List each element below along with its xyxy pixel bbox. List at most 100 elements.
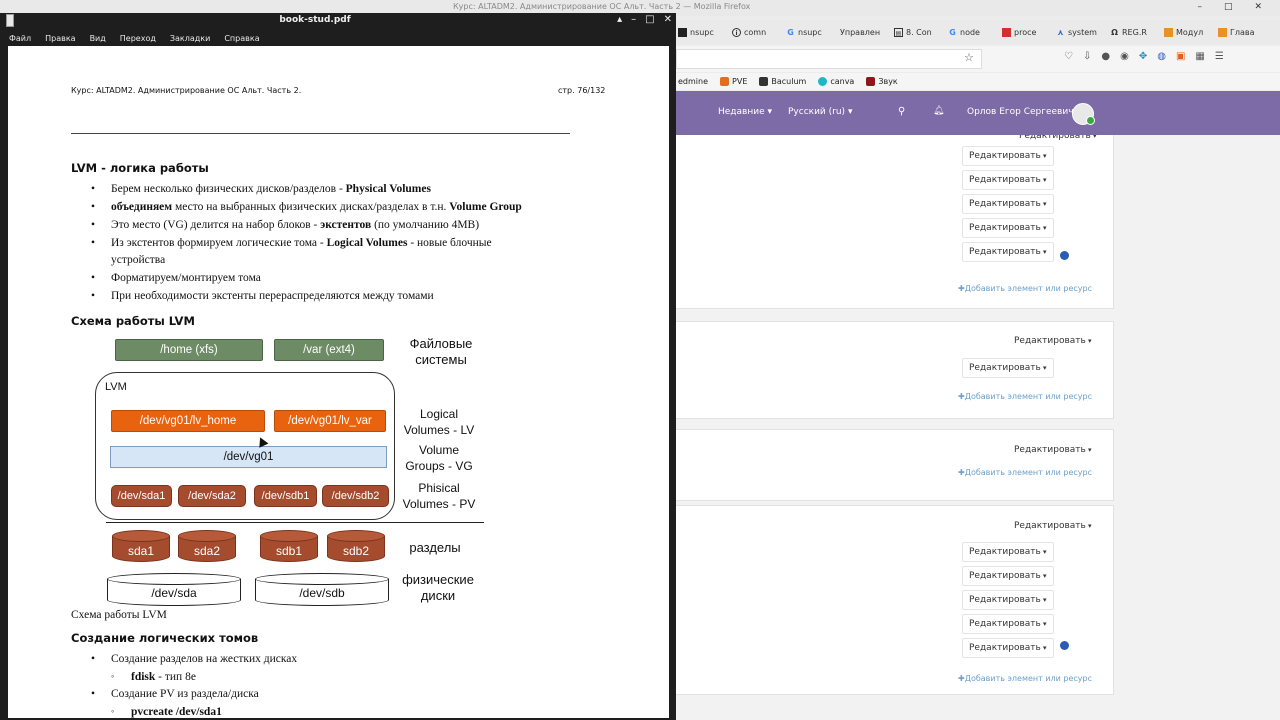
extension-icon[interactable]: ●: [1101, 51, 1110, 62]
edit-dropdown[interactable]: Редактировать: [962, 194, 1054, 214]
edit-dropdown[interactable]: Редактировать: [962, 614, 1054, 634]
pv-label: Phisical Volumes - PV: [396, 480, 482, 512]
close-icon[interactable]: ✕: [1254, 2, 1262, 12]
close-icon[interactable]: ✕: [664, 14, 672, 25]
edit-dropdown-label: Редактировать: [969, 571, 1041, 581]
maximize-icon[interactable]: □: [645, 14, 654, 25]
vg-label: Volume Groups - VG: [400, 442, 478, 474]
edit-dropdown[interactable]: Редактировать: [962, 146, 1054, 166]
tab-label: node: [960, 27, 980, 37]
tab-10[interactable]: Модул: [1162, 27, 1216, 37]
list-text-bold: Logical Volumes: [326, 237, 408, 249]
bookmark-star-icon[interactable]: ☆: [964, 51, 974, 64]
pve-icon: [720, 77, 730, 86]
minimize-icon[interactable]: –: [631, 14, 636, 25]
site-header: Недавние ▾ Русский (ru) ▾ ⚲ 🔔︎ Орлов Его…: [676, 91, 1280, 135]
edit-dropdown-label: Редактировать: [969, 595, 1041, 605]
bookmark-label: PVE: [732, 77, 748, 86]
edit-dropdown-label: Редактировать: [969, 547, 1041, 557]
download-icon[interactable]: ⇩: [1083, 51, 1091, 62]
edit-dropdown[interactable]: Редактировать: [1007, 516, 1099, 536]
edit-dropdown[interactable]: Редактировать: [962, 358, 1054, 378]
edit-dropdown[interactable]: Редактировать: [962, 566, 1054, 586]
extension-icon[interactable]: ▣: [1176, 51, 1185, 62]
edit-dropdown[interactable]: Редактировать: [962, 638, 1054, 658]
extension-icon[interactable]: ✥: [1139, 51, 1147, 62]
bookmark-item[interactable]: PVE: [720, 77, 747, 86]
tab-9[interactable]: Ω REG.R: [1108, 28, 1162, 37]
tab-2[interactable]: i comn: [730, 27, 784, 37]
tab-label: nsupc: [798, 27, 822, 37]
add-resource-link[interactable]: ✚Добавить элемент или ресурс: [958, 392, 1092, 401]
avatar[interactable]: [1072, 103, 1095, 125]
bookmark-item[interactable]: canva: [818, 77, 854, 86]
edit-dropdown[interactable]: Редактировать: [962, 590, 1054, 610]
google-g-icon: G: [787, 27, 794, 37]
tab-7[interactable]: proce: [1000, 27, 1054, 37]
add-resource-link[interactable]: ✚Добавить элемент или ресурс: [958, 284, 1092, 293]
menu-icon[interactable]: ☰: [1215, 51, 1224, 62]
recent-menu[interactable]: Недавние ▾: [718, 107, 772, 117]
info-circle-icon: i: [732, 27, 741, 37]
edit-dropdown-label: Редактировать: [969, 151, 1041, 161]
search-icon[interactable]: ⚲: [898, 106, 905, 117]
edit-dropdown[interactable]: Редактировать: [1007, 331, 1099, 351]
partition-label: sda1: [127, 544, 155, 558]
bookmark-item[interactable]: Baculum: [759, 77, 806, 86]
pdf-page[interactable]: Курс: ALTADM2. Администрирование ОС Альт…: [8, 46, 669, 718]
partition-cylinder: sda1: [112, 530, 170, 562]
tab-8[interactable]: ⋏ system: [1054, 28, 1108, 37]
edit-dropdown[interactable]: Редактировать: [1012, 135, 1104, 146]
url-field[interactable]: [676, 49, 982, 69]
edit-dropdown[interactable]: Редактировать: [962, 170, 1054, 190]
visibility-eye-icon[interactable]: [1060, 251, 1069, 260]
menu-edit[interactable]: Правка: [45, 34, 75, 43]
tab-label: system: [1068, 27, 1097, 37]
label-line: Файловые: [409, 336, 473, 351]
tab-label: nsupc: [690, 27, 714, 37]
visibility-eye-icon[interactable]: [1060, 641, 1069, 650]
menu-view[interactable]: Вид: [90, 34, 106, 43]
menu-help[interactable]: Справка: [224, 34, 259, 43]
edit-dropdown-label: Редактировать: [1014, 521, 1086, 531]
extension-icon[interactable]: ◉: [1120, 51, 1129, 62]
menu-go[interactable]: Переход: [120, 34, 156, 43]
tab-5[interactable]: ▤ 8. Con: [892, 27, 946, 37]
book-icon: ▤: [894, 27, 903, 37]
tab-6[interactable]: Gnode: [946, 28, 1000, 37]
extension-icon[interactable]: ◍: [1157, 51, 1166, 62]
tab-11[interactable]: Глава: [1216, 27, 1270, 37]
tab-4[interactable]: Управлен: [838, 28, 892, 37]
language-menu[interactable]: Русский (ru) ▾: [788, 107, 852, 117]
menu-bookmarks[interactable]: Закладки: [170, 34, 210, 43]
section-title-lvm-scheme: Схема работы LVM: [71, 314, 195, 328]
pocket-icon[interactable]: ♡: [1064, 51, 1073, 62]
add-resource-link[interactable]: ✚Добавить элемент или ресурс: [958, 674, 1092, 683]
bookmark-item[interactable]: edmine: [678, 77, 708, 86]
tab-1[interactable]: nsupc: [676, 27, 730, 37]
add-resource-link[interactable]: ✚Добавить элемент или ресурс: [958, 468, 1092, 477]
partition-cylinder: sdb2: [327, 530, 385, 562]
fs-home-box: /home (xfs): [115, 339, 263, 361]
menu-file[interactable]: Файл: [9, 34, 31, 43]
bookmark-label: canva: [830, 77, 855, 86]
edit-dropdown[interactable]: Редактировать: [1007, 440, 1099, 460]
bookmark-label: Звук: [878, 77, 898, 86]
extension-icon[interactable]: ▦: [1195, 51, 1204, 62]
edit-dropdown[interactable]: Редактировать: [962, 542, 1054, 562]
bookmark-item[interactable]: Звук: [866, 77, 898, 86]
maximize-icon[interactable]: □: [1224, 2, 1233, 12]
edit-dropdown-label: Редактировать: [969, 363, 1041, 373]
filesystems-label: Файловые системы: [404, 336, 478, 368]
desktop-screen: Курс: ALTADM2. Администрирование ОС Альт…: [0, 0, 1280, 720]
pdf-titlebar: book-stud.pdf ▴ – □ ✕: [0, 13, 676, 30]
minimize-icon[interactable]: –: [1197, 2, 1202, 12]
edit-dropdown[interactable]: Редактировать: [962, 218, 1054, 238]
list-text-bold: Physical Volumes: [345, 183, 431, 195]
user-name[interactable]: Орлов Егор Сергеевич: [967, 107, 1074, 117]
edit-dropdown[interactable]: Редактировать: [962, 242, 1054, 262]
pin-up-icon[interactable]: ▴: [617, 14, 622, 25]
tab-3[interactable]: Gnsupc: [784, 28, 838, 37]
black-square-icon: [678, 27, 687, 37]
bell-icon[interactable]: 🔔︎: [933, 106, 944, 116]
